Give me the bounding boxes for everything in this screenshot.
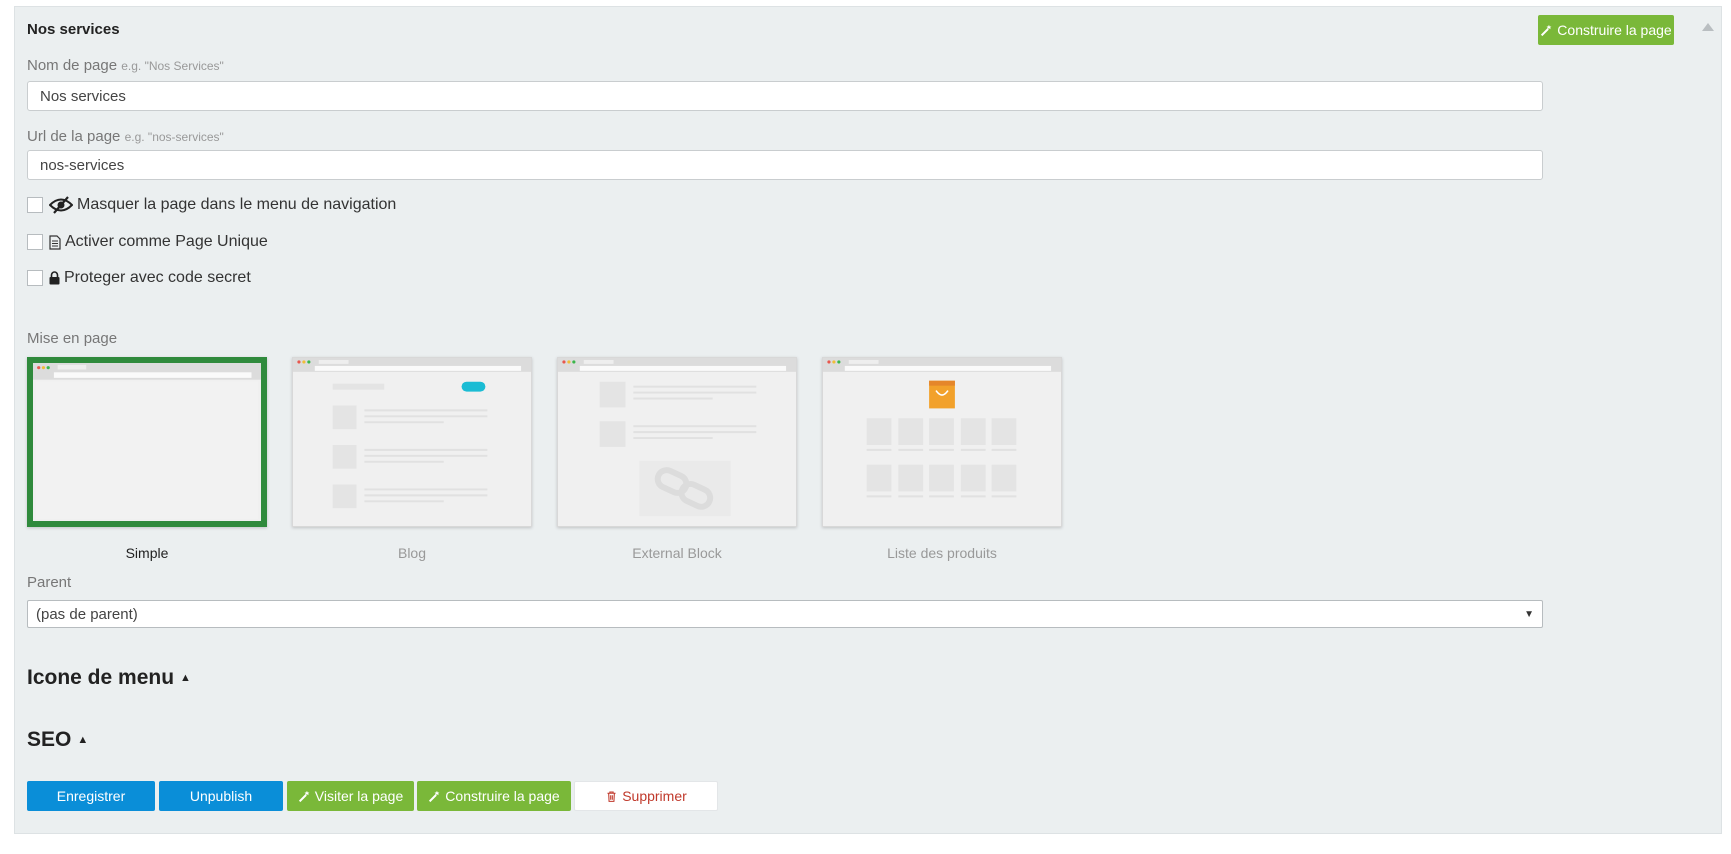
delete-button[interactable]: Supprimer — [574, 781, 718, 811]
menu-icon-section-title: Icone de menu — [27, 666, 175, 689]
layout-thumb-blog — [292, 357, 532, 527]
magic-wand-icon — [429, 790, 440, 802]
file-text-icon — [49, 234, 61, 250]
hide-in-menu-option[interactable]: Masquer la page dans le menu de navigati… — [27, 196, 396, 214]
single-page-option[interactable]: Activer comme Page Unique — [27, 233, 268, 251]
layout-option-blog[interactable] — [292, 357, 532, 529]
layout-caption-external-block: External Block — [632, 545, 722, 561]
magic-wand-icon — [298, 790, 310, 802]
protect-option[interactable]: Proteger avec code secret — [27, 269, 251, 287]
collapse-icon[interactable] — [1701, 21, 1715, 33]
layout-option-simple[interactable] — [27, 357, 267, 529]
layout-option-product-list[interactable] — [822, 357, 1062, 529]
page-url-hint: e.g. "nos-services" — [124, 130, 224, 144]
unpublish-button[interactable]: Unpublish — [159, 781, 283, 811]
seo-section-title: SEO — [27, 728, 72, 751]
parent-select-value: (pas de parent) — [36, 605, 138, 623]
hide-in-menu-label: Masquer la page dans le menu de navigati… — [77, 196, 397, 213]
visit-page-button[interactable]: Visiter la page — [287, 781, 414, 811]
seo-section-toggle[interactable]: SEO ▲ — [27, 728, 88, 752]
save-button[interactable]: Enregistrer — [27, 781, 155, 811]
layout-thumb-product-list — [822, 357, 1062, 527]
build-page-label: Construire la page — [1557, 22, 1672, 38]
protect-checkbox[interactable] — [27, 270, 43, 286]
page-url-label: Url de la page e.g. "nos-services" — [27, 128, 224, 145]
parent-select[interactable]: (pas de parent) ▼ — [27, 600, 1543, 628]
caret-up-icon: ▲ — [180, 672, 191, 684]
protect-label: Proteger avec code secret — [64, 269, 251, 286]
caret-up-icon: ▲ — [77, 734, 89, 746]
eye-slash-icon — [49, 196, 73, 214]
magic-wand-icon — [1541, 24, 1552, 36]
trash-icon — [607, 791, 616, 802]
layout-thumb-simple — [27, 357, 267, 527]
single-page-checkbox[interactable] — [27, 234, 43, 250]
layout-label: Mise en page — [27, 330, 118, 347]
layout-thumb-external-block — [557, 357, 797, 527]
chevron-down-icon: ▼ — [1524, 608, 1534, 620]
page-name-hint: e.g. "Nos Services" — [121, 59, 224, 73]
layout-caption-product-list: Liste des produits — [887, 545, 997, 561]
page-settings-panel: Nos services Construire la page Nom de p… — [14, 6, 1722, 834]
lock-icon — [49, 271, 60, 285]
build-page-button[interactable]: Construire la page — [417, 781, 571, 811]
single-page-label: Activer comme Page Unique — [65, 233, 268, 250]
hide-in-menu-checkbox[interactable] — [27, 197, 43, 213]
page-name-input[interactable] — [27, 81, 1543, 111]
menu-icon-section-toggle[interactable]: Icone de menu ▲ — [27, 666, 191, 690]
page-url-input[interactable] — [27, 150, 1543, 180]
panel-title: Nos services — [27, 21, 120, 38]
layout-caption-simple: Simple — [125, 545, 169, 561]
layout-option-external-block[interactable] — [557, 357, 797, 529]
build-page-button-top[interactable]: Construire la page — [1538, 15, 1674, 45]
parent-label: Parent — [27, 574, 72, 591]
layout-caption-blog: Blog — [397, 545, 427, 561]
page-name-label: Nom de page e.g. "Nos Services" — [27, 57, 224, 74]
